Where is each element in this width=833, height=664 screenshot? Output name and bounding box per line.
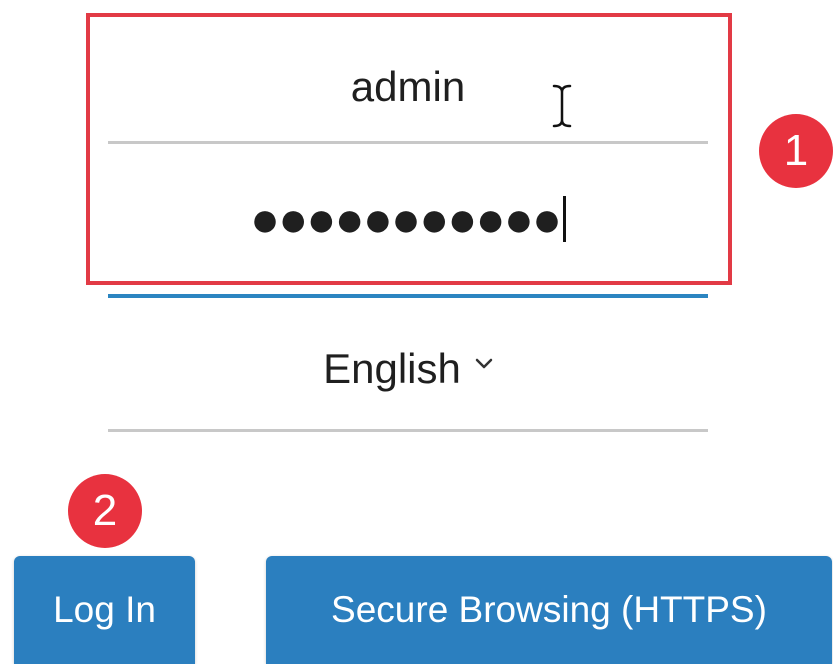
username-value: admin: [350, 63, 466, 110]
language-select[interactable]: English: [108, 344, 708, 394]
secure-browsing-button[interactable]: Secure Browsing (HTTPS): [266, 556, 832, 664]
language-value: English: [323, 345, 461, 392]
password-value-container: ●●●●●●●●●●●: [108, 194, 708, 244]
text-cursor-icon: [552, 84, 572, 128]
step-2-badge: 2: [68, 474, 142, 548]
username-field[interactable]: admin: [108, 24, 708, 144]
login-button[interactable]: Log In: [14, 556, 195, 664]
text-caret: [563, 196, 567, 242]
password-masked-value: ●●●●●●●●●●●: [249, 191, 562, 247]
step-1-badge: 1: [759, 114, 833, 188]
password-field[interactable]: ●●●●●●●●●●●: [108, 144, 708, 298]
chevron-down-icon: [475, 358, 493, 369]
language-select-field[interactable]: English: [108, 298, 708, 432]
